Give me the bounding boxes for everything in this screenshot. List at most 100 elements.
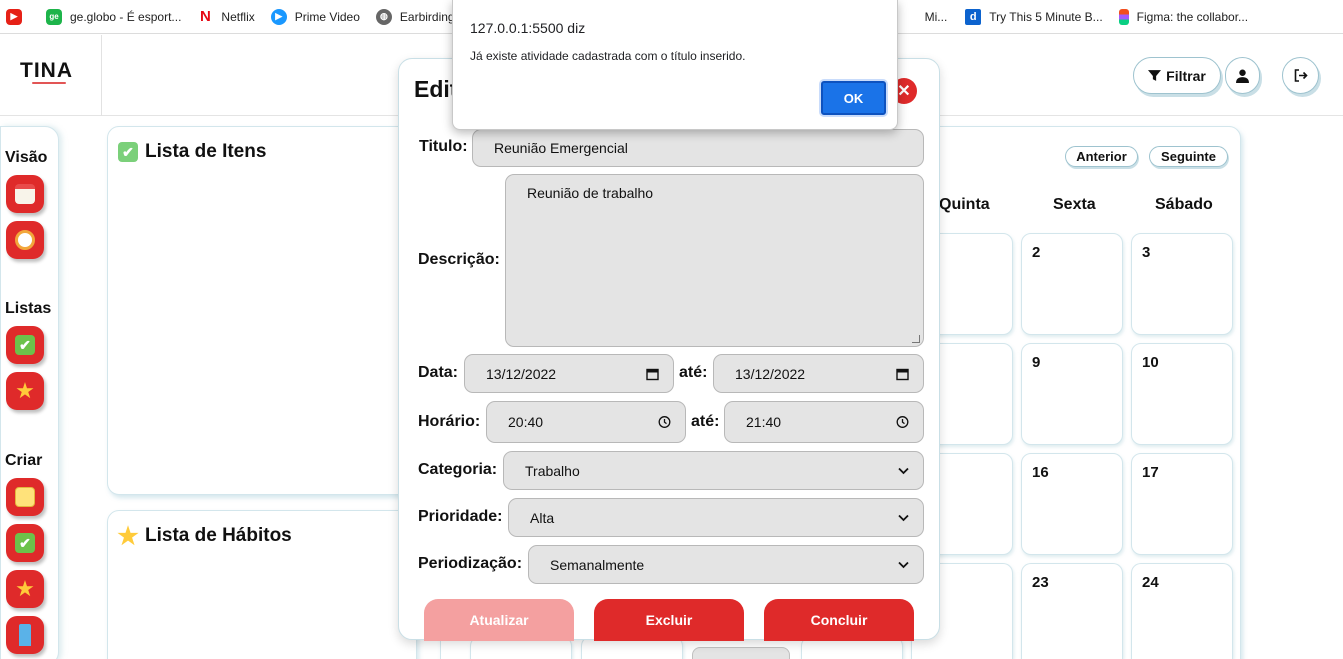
bookmark-youtube[interactable]: ▶ [6, 8, 30, 25]
day-header-sexta: Sexta [1053, 196, 1096, 213]
calendar-day-cell[interactable]: 17 [1131, 453, 1233, 555]
clock-icon [15, 230, 35, 250]
bookmark-netflix[interactable]: N Netflix [197, 8, 255, 25]
horario-end-input[interactable]: 21:40 [724, 401, 924, 443]
prioridade-select[interactable]: Alta [508, 498, 924, 537]
horario-start-value: 20:40 [508, 414, 544, 430]
funnel-icon [1148, 70, 1162, 81]
bookmark-hidden[interactable]: Mi... [925, 10, 948, 24]
sidebar-section-visao: Visão [5, 149, 48, 166]
calendar-day-cell[interactable]: 3 [1131, 233, 1233, 335]
sidebar-create-habit-button[interactable]: ★ [6, 570, 44, 608]
calendar-day-cell[interactable]: 9 [1021, 343, 1123, 445]
horario-ate-label: até: [691, 413, 720, 430]
logo-block: TINA [0, 35, 102, 116]
bookmark-earbirding[interactable]: ◍ Earbirding [375, 8, 455, 25]
calendar-day-cell[interactable]: 10 [1131, 343, 1233, 445]
sidebar: Visão Listas ✔ ★ Criar ✔ ★ [0, 126, 59, 659]
user-icon [1236, 69, 1249, 83]
edit-activity-modal: Edit ✕ Titulo: Reunião Emergencial Descr… [398, 58, 940, 641]
netflix-icon: N [199, 8, 211, 25]
bookmark-prime-video[interactable]: ▶ Prime Video [270, 8, 360, 25]
checkbox-icon: ✔ [15, 335, 35, 355]
bookmark-label: Figma: the collabor... [1136, 9, 1249, 24]
logout-button[interactable] [1282, 57, 1319, 94]
titulo-input[interactable]: Reunião Emergencial [472, 129, 924, 167]
ge-globo-icon: ge [46, 8, 62, 25]
calendar-prev-button[interactable]: Anterior [1065, 146, 1138, 167]
checkbox-icon: ✔ [15, 533, 35, 553]
filter-button[interactable]: Filtrar [1133, 57, 1221, 94]
user-button[interactable] [1225, 57, 1260, 94]
complete-button[interactable]: Concluir [764, 599, 914, 641]
clock-picker-icon[interactable] [658, 416, 671, 429]
bookmark-label: ge.globo - É esport... [70, 9, 182, 24]
horario-end-value: 21:40 [746, 414, 782, 430]
app-logo[interactable]: TINA [20, 59, 73, 83]
calendar-day-cell[interactable]: 23 [1021, 563, 1123, 659]
bookmark-label: Mi... [924, 9, 948, 24]
calendar-icon [15, 184, 35, 204]
descricao-textarea[interactable]: Reunião de trabalho [505, 174, 924, 347]
bookmark-ge-globo[interactable]: ge ge.globo - É esport... [46, 8, 182, 25]
calendar-day-cell[interactable]: 2 [1021, 233, 1123, 335]
data-end-input[interactable]: 13/12/2022 [713, 354, 924, 393]
calendar-next-button[interactable]: Seguinte [1149, 146, 1228, 167]
globe-icon: ◍ [375, 8, 392, 25]
calendar-picker-icon[interactable] [896, 367, 909, 380]
titulo-label: Titulo: [419, 138, 468, 155]
periodizacao-value: Semanalmente [550, 556, 645, 573]
horario-start-input[interactable]: 20:40 [486, 401, 686, 443]
sidebar-clock-view-button[interactable] [6, 221, 44, 259]
star-icon: ★ [15, 378, 35, 403]
star-icon: ★ [117, 522, 139, 550]
day-header-sabado: Sábado [1155, 196, 1213, 213]
bookmark-figma[interactable]: Figma: the collabor... [1118, 8, 1249, 25]
sidebar-items-list-button[interactable]: ✔ [6, 326, 44, 364]
habits-list-title: ★ Lista de Hábitos [117, 522, 292, 550]
prime-video-icon: ▶ [270, 8, 287, 25]
descricao-value: Reunião de trabalho [527, 185, 654, 201]
modal-title: Edit [414, 76, 458, 102]
descricao-label: Descrição: [418, 251, 500, 268]
resize-handle-icon[interactable] [912, 335, 920, 343]
delete-button[interactable]: Excluir [594, 599, 744, 641]
sidebar-create-note-button[interactable] [6, 478, 44, 516]
titulo-value: Reunião Emergencial [494, 140, 628, 156]
items-list-title: ✔ Lista de Itens [118, 141, 266, 163]
data-start-value: 13/12/2022 [486, 365, 557, 382]
prioridade-label: Prioridade: [418, 508, 503, 525]
horario-label: Horário: [418, 413, 481, 430]
bookmark-try-this[interactable]: d Try This 5 Minute B... [965, 8, 1103, 25]
bookmark-label: Netflix [221, 9, 255, 24]
figma-icon [1118, 8, 1129, 25]
chevron-down-icon [898, 514, 909, 521]
youtube-icon: ▶ [6, 8, 22, 25]
habits-list-title-text: Lista de Hábitos [145, 525, 292, 546]
sidebar-habits-list-button[interactable]: ★ [6, 372, 44, 410]
alert-ok-button[interactable]: OK [821, 81, 886, 115]
chevron-down-icon [898, 467, 909, 474]
data-label: Data: [418, 364, 459, 381]
checkbox-icon: ✔ [118, 142, 138, 162]
data-start-input[interactable]: 13/12/2022 [464, 354, 674, 393]
periodizacao-select[interactable]: Semanalmente [528, 545, 924, 584]
calendar-day-cell[interactable]: 16 [1021, 453, 1123, 555]
sidebar-calendar-view-button[interactable] [6, 175, 44, 213]
sidebar-section-criar: Criar [5, 452, 43, 469]
sidebar-create-item-button[interactable]: ✔ [6, 524, 44, 562]
bookmark-label: Try This 5 Minute B... [989, 9, 1103, 24]
habits-list-panel: ★ Lista de Hábitos [107, 510, 417, 659]
clock-picker-icon[interactable] [896, 416, 909, 429]
sidebar-section-listas: Listas [5, 300, 52, 317]
items-list-title-text: Lista de Itens [145, 141, 267, 162]
browser-alert-dialog: 127.0.0.1:5500 diz Já existe atividade c… [452, 0, 898, 130]
sidebar-create-bookmark-button[interactable] [6, 616, 44, 654]
calendar-day-cell[interactable]: 24 [1131, 563, 1233, 659]
filter-label: Filtrar [1166, 67, 1206, 84]
update-button[interactable]: Atualizar [424, 599, 574, 641]
partial-button[interactable] [692, 647, 790, 659]
categoria-select[interactable]: Trabalho [503, 451, 924, 490]
calendar-picker-icon[interactable] [646, 367, 659, 380]
star-icon: ★ [15, 576, 35, 601]
